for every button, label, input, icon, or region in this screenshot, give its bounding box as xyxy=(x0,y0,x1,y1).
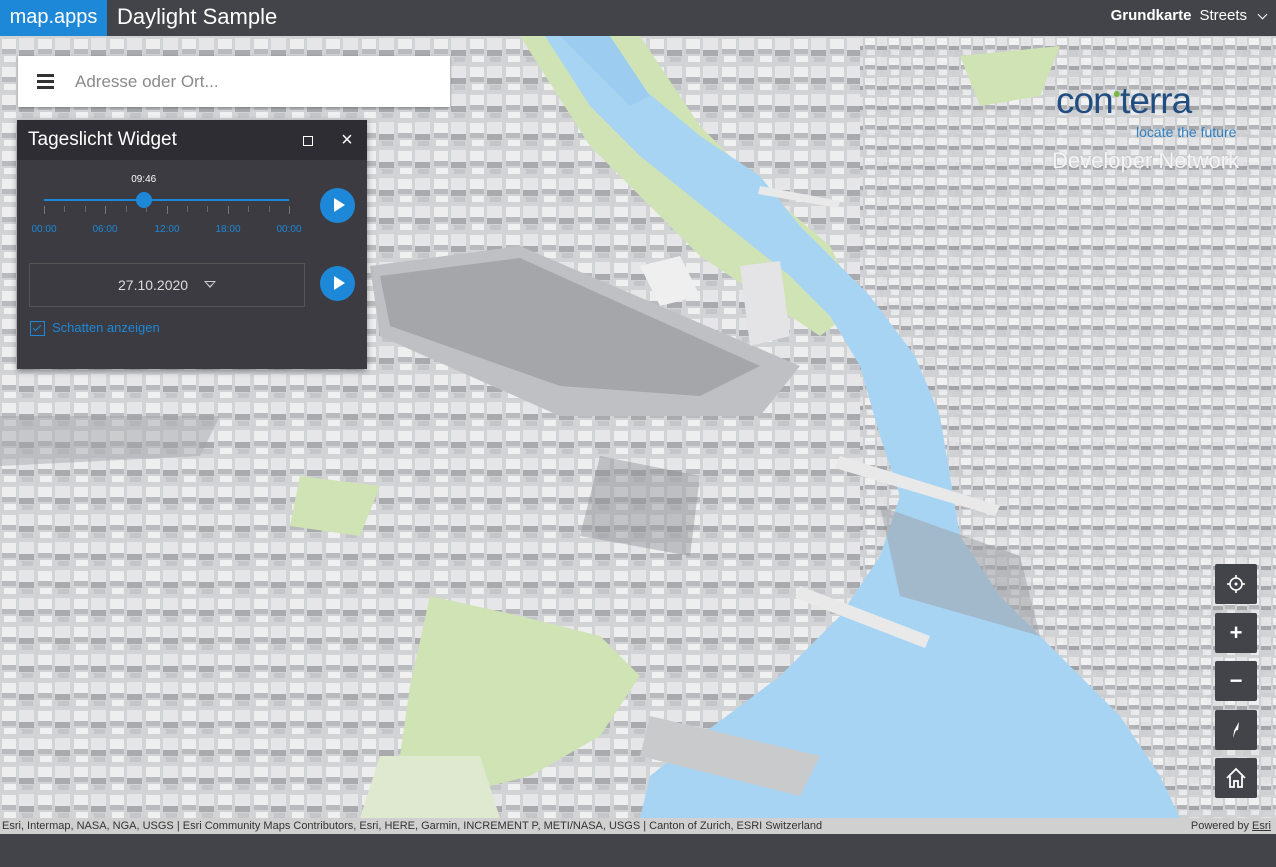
daylight-widget: Tageslicht Widget × 09:46 00:00 06:00 12… xyxy=(17,120,367,369)
powered-by: Powered by Esri xyxy=(1190,820,1271,832)
tick-label: 18:00 xyxy=(215,224,241,235)
tick-label: 00:00 xyxy=(31,224,57,235)
time-value: 09:46 xyxy=(131,174,157,185)
close-icon[interactable]: × xyxy=(339,128,355,152)
slider-tick xyxy=(166,206,168,214)
zoom-out-button[interactable]: − xyxy=(1215,661,1257,701)
slider-tick xyxy=(146,206,148,212)
conterra-logo: con●terra locate the future xyxy=(1056,80,1237,140)
date-picker[interactable]: 27.10.2020 xyxy=(29,263,305,307)
play-time-button[interactable] xyxy=(320,188,355,223)
locate-button[interactable] xyxy=(1215,564,1257,604)
menu-icon[interactable] xyxy=(37,74,54,89)
slider-tick xyxy=(186,206,188,212)
slider-tick xyxy=(227,206,229,214)
home-icon xyxy=(1226,767,1246,788)
logo-text-left: con xyxy=(1056,80,1114,121)
search-input[interactable] xyxy=(73,66,437,98)
slider-tick xyxy=(207,206,209,212)
developer-network-label: Developer Network xyxy=(1052,148,1240,173)
compass-button[interactable] xyxy=(1215,710,1257,750)
chevron-down-icon xyxy=(1257,9,1268,19)
attribution-bar: Esri, Intermap, NASA, NGA, USGS | Esri C… xyxy=(0,818,1276,834)
basemap-label: Grundkarte xyxy=(1110,7,1192,24)
basemap-selector[interactable]: Grundkarte Streets xyxy=(1110,0,1268,32)
slider-tick xyxy=(64,206,66,212)
slider-tick xyxy=(44,206,45,214)
slider-tick xyxy=(268,206,270,212)
caret-down-icon xyxy=(204,281,216,288)
esri-link[interactable]: Esri xyxy=(1252,820,1271,832)
slider-tick xyxy=(125,206,127,212)
date-value: 27.10.2020 xyxy=(118,277,189,293)
footer-bar xyxy=(0,834,1276,867)
basemap-value: Streets xyxy=(1199,7,1247,24)
checkbox-icon[interactable] xyxy=(30,321,45,336)
maximize-icon[interactable] xyxy=(303,136,313,146)
play-date-button[interactable] xyxy=(320,266,355,301)
brand-logo[interactable]: map.apps xyxy=(0,0,107,36)
slider-tick xyxy=(105,206,107,214)
logo-tagline: locate the future xyxy=(1136,124,1237,140)
zoom-out-icon: − xyxy=(1229,668,1243,693)
tick-label: 12:00 xyxy=(154,224,180,235)
tick-label: 06:00 xyxy=(92,224,118,235)
top-bar: map.apps Daylight Sample Grundkarte Stre… xyxy=(0,0,1276,36)
zoom-in-button[interactable]: + xyxy=(1215,613,1257,653)
time-slider[interactable] xyxy=(44,199,289,201)
home-button[interactable] xyxy=(1215,758,1257,798)
logo-text-right: terra xyxy=(1120,80,1192,121)
locate-icon xyxy=(1227,575,1245,593)
tick-label: 00:00 xyxy=(276,224,302,235)
widget-title: Tageslicht Widget xyxy=(28,129,177,150)
slider-tick xyxy=(248,206,250,212)
app-title: Daylight Sample xyxy=(117,4,278,29)
slider-tick xyxy=(84,206,86,212)
search-bar xyxy=(18,56,450,107)
time-slider-ticks xyxy=(44,206,290,214)
widget-header[interactable]: Tageslicht Widget × xyxy=(17,120,367,160)
shadow-checkbox-label[interactable]: Schatten anzeigen xyxy=(52,320,160,335)
compass-icon xyxy=(1233,722,1239,738)
slider-tick xyxy=(289,206,290,214)
zoom-in-icon: + xyxy=(1229,620,1243,645)
attribution-sources: Esri, Intermap, NASA, NGA, USGS | Esri C… xyxy=(2,820,823,832)
